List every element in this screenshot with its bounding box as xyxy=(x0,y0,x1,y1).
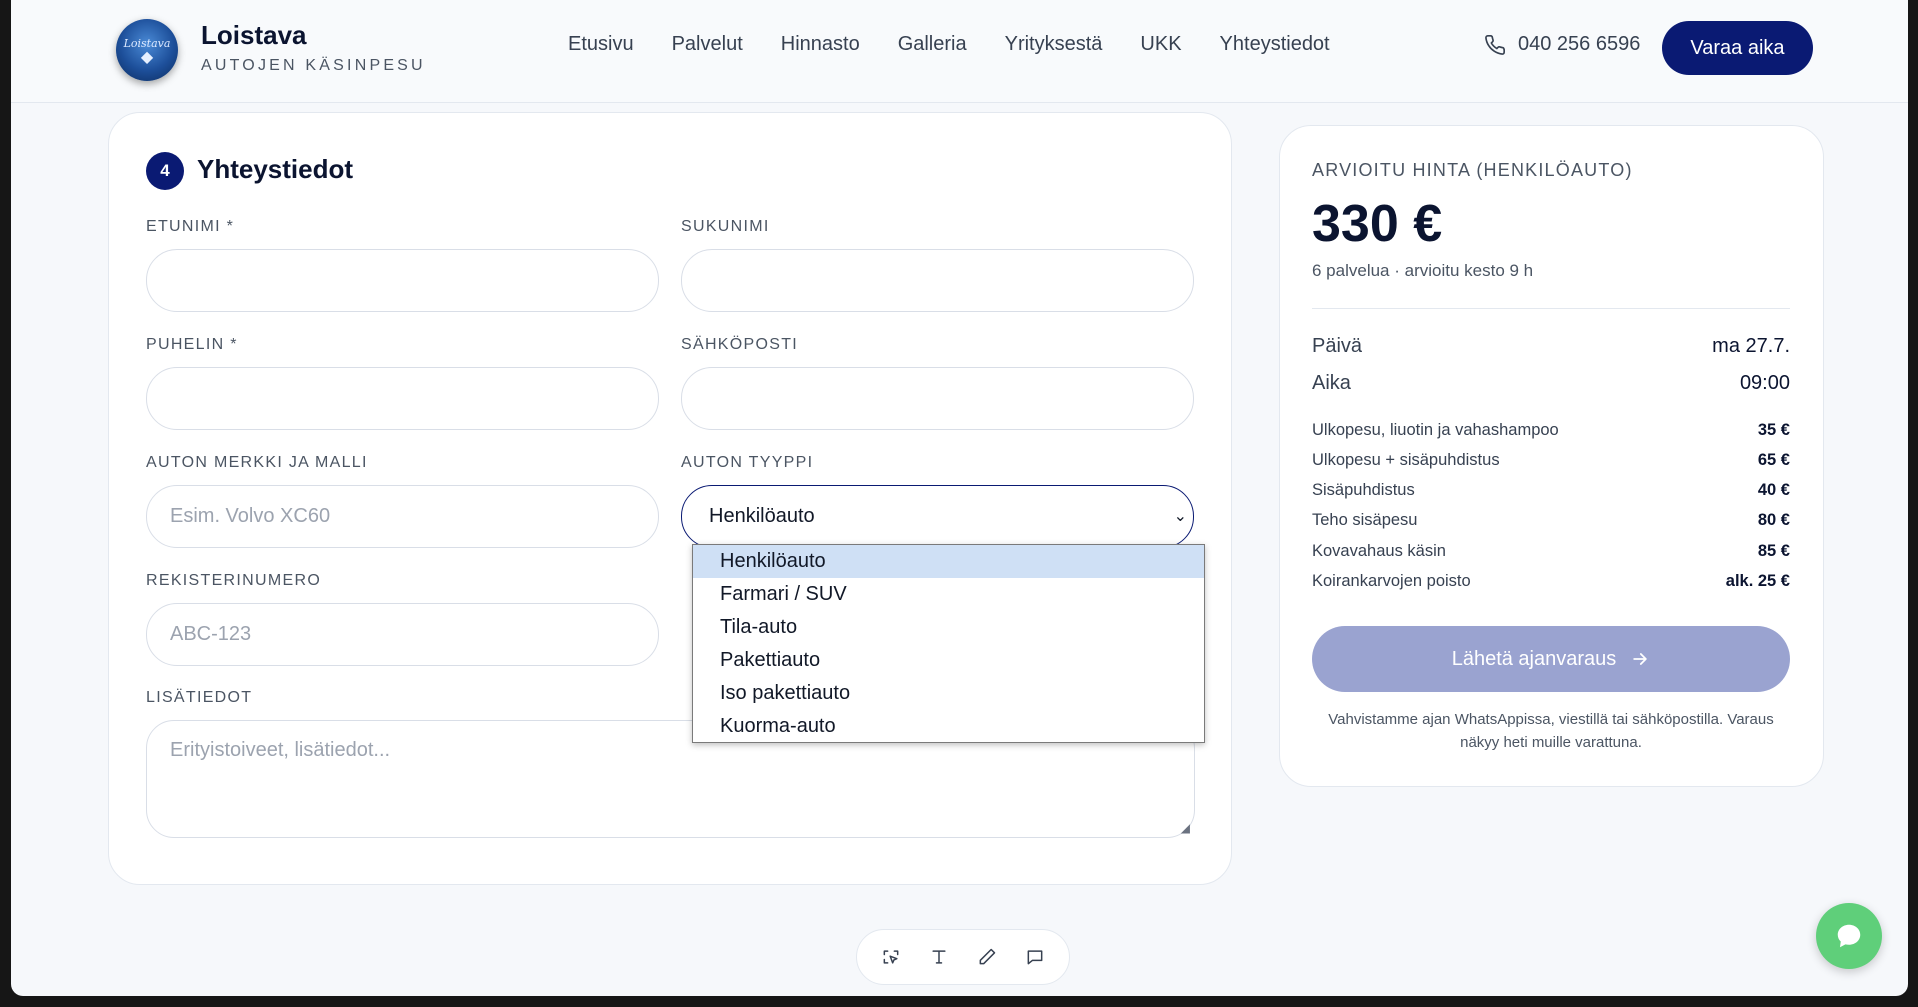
step-number-badge: 4 xyxy=(146,152,184,190)
email-input[interactable] xyxy=(681,367,1194,430)
car-type-option-farmari-suv[interactable]: Farmari / SUV xyxy=(693,578,1204,611)
car-type-dropdown: Henkilöauto Farmari / SUV Tila-auto Pake… xyxy=(692,544,1205,743)
estimated-price: 330 € xyxy=(1312,195,1443,253)
car-type-option-iso-pakettiauto[interactable]: Iso pakettiauto xyxy=(693,677,1204,710)
service-price: 65 € xyxy=(1757,451,1790,469)
text-icon xyxy=(932,950,946,964)
car-type-option-kuorma-auto[interactable]: Kuorma-auto xyxy=(693,710,1204,743)
send-booking-button[interactable]: Lähetä ajanvaraus xyxy=(1312,626,1790,692)
price-summary-card: ARVIOITU HINTA (HENKILÖAUTO) 330 € 6 pal… xyxy=(1279,125,1824,787)
phone-icon xyxy=(1485,34,1505,55)
nav-palvelut[interactable]: Palvelut xyxy=(672,33,743,56)
nav-ukk[interactable]: UKK xyxy=(1140,33,1181,56)
time-row: Aika 09:00 xyxy=(1312,372,1790,395)
contact-form-card: 4 Yhteystiedot ETUNIMI * SUKUNIMI PUHELI… xyxy=(108,112,1232,885)
summary-heading: ARVIOITU HINTA (HENKILÖAUTO) xyxy=(1312,160,1633,180)
car-type-option-pakettiauto[interactable]: Pakettiauto xyxy=(693,644,1204,677)
section-title: Yhteystiedot xyxy=(197,154,354,184)
time-value: 09:00 xyxy=(1739,372,1790,394)
service-name: Kovavahaus käsin xyxy=(1312,542,1446,560)
car-type-select[interactable]: Henkilöauto ⌄ xyxy=(681,485,1194,548)
service-name: Teho sisäpesu xyxy=(1312,511,1418,529)
chat-bubble-icon xyxy=(1837,924,1861,948)
car-model-placeholder: Esim. Volvo XC60 xyxy=(170,505,331,527)
service-name: Koirankarvojen poisto xyxy=(1312,572,1471,590)
book-appointment-button[interactable]: Varaa aika xyxy=(1662,21,1813,75)
send-booking-label: Lähetä ajanvaraus xyxy=(1451,647,1617,670)
nav-yrityksesta[interactable]: Yrityksestä xyxy=(1005,33,1103,56)
phone-number: 040 256 6596 xyxy=(1518,33,1641,55)
service-price: 40 € xyxy=(1757,481,1790,499)
summary-meta: 6 palvelua · arvioitu kesto 9 h xyxy=(1312,261,1534,280)
last-name-label: SUKUNIMI xyxy=(681,218,770,235)
service-price: 35 € xyxy=(1757,421,1790,439)
car-type-label: AUTON TYYPPI xyxy=(681,454,814,471)
service-name: Sisäpuhdistus xyxy=(1312,481,1415,499)
pencil-icon xyxy=(979,948,996,965)
date-value: ma 27.7. xyxy=(1712,335,1790,357)
service-row: Koirankarvojen poisto alk. 25 € xyxy=(1312,572,1790,591)
comment-tool-button[interactable] xyxy=(1017,939,1053,975)
arrow-right-icon xyxy=(1633,653,1648,665)
last-name-input[interactable] xyxy=(681,249,1194,312)
service-row: Kovavahaus käsin 85 € xyxy=(1312,542,1790,561)
service-name: Ulkopesu, liuotin ja vahashampoo xyxy=(1312,421,1559,439)
annotation-toolbar xyxy=(856,929,1070,985)
comment-icon xyxy=(1027,950,1043,965)
select-area-button[interactable] xyxy=(873,939,909,975)
diamond-icon: ◆ xyxy=(140,46,154,66)
nav-galleria[interactable]: Galleria xyxy=(898,33,967,56)
app-window: Loistava ◆ Loistava AUTOJEN KÄSINPESU Et… xyxy=(11,0,1908,996)
email-label: SÄHKÖPOSTI xyxy=(681,336,799,353)
text-tool-button[interactable] xyxy=(921,939,957,975)
brand-name[interactable]: Loistava xyxy=(201,20,307,51)
service-row: Teho sisäpesu 80 € xyxy=(1312,511,1790,530)
chevron-down-icon: ⌄ xyxy=(1173,508,1187,525)
car-model-label: AUTON MERKKI JA MALLI xyxy=(146,454,368,471)
phone-input[interactable] xyxy=(146,367,659,430)
select-area-icon xyxy=(883,950,899,964)
plate-input[interactable]: ABC-123 xyxy=(146,603,659,666)
service-row: Sisäpuhdistus 40 € xyxy=(1312,481,1790,500)
date-label: Päivä xyxy=(1312,335,1363,357)
nav-yhteystiedot[interactable]: Yhteystiedot xyxy=(1220,33,1330,56)
site-header: Loistava ◆ Loistava AUTOJEN KÄSINPESU Et… xyxy=(11,0,1908,103)
notes-label: LISÄTIEDOT xyxy=(146,689,253,706)
date-row: Päivä ma 27.7. xyxy=(1312,335,1790,358)
brand-logo[interactable]: Loistava ◆ xyxy=(116,19,178,81)
phone-link[interactable]: 040 256 6596 xyxy=(1484,33,1640,56)
service-price: 85 € xyxy=(1757,542,1790,560)
divider xyxy=(1312,308,1790,309)
time-label: Aika xyxy=(1312,372,1351,394)
nav-hinnasto[interactable]: Hinnasto xyxy=(781,33,860,56)
first-name-input[interactable] xyxy=(146,249,659,312)
first-name-label: ETUNIMI * xyxy=(146,218,235,235)
service-price: alk. 25 € xyxy=(1725,572,1790,590)
confirmation-note: Vahvistamme ajan WhatsAppissa, viestillä… xyxy=(1328,711,1774,751)
phone-label: PUHELIN * xyxy=(146,336,238,353)
car-type-selected-value: Henkilöauto xyxy=(709,505,815,527)
draw-tool-button[interactable] xyxy=(969,939,1005,975)
notes-placeholder: Erityistoiveet, lisätiedot... xyxy=(170,739,391,761)
service-row: Ulkopesu, liuotin ja vahashampoo 35 € xyxy=(1312,421,1790,440)
brand-tagline: AUTOJEN KÄSINPESU xyxy=(201,57,426,74)
main-nav: Etusivu Palvelut Hinnasto Galleria Yrity… xyxy=(568,33,1368,56)
nav-etusivu[interactable]: Etusivu xyxy=(568,33,634,56)
service-row: Ulkopesu + sisäpuhdistus 65 € xyxy=(1312,451,1790,470)
service-price: 80 € xyxy=(1757,511,1790,529)
car-type-option-tila-auto[interactable]: Tila-auto xyxy=(693,611,1204,644)
plate-placeholder: ABC-123 xyxy=(170,623,252,645)
plate-label: REKISTERINUMERO xyxy=(146,572,322,589)
car-model-input[interactable]: Esim. Volvo XC60 xyxy=(146,485,659,548)
chat-button[interactable] xyxy=(1816,903,1882,969)
resize-handle-icon[interactable]: ◢ xyxy=(1181,821,1190,835)
service-name: Ulkopesu + sisäpuhdistus xyxy=(1312,451,1500,469)
car-type-option-henkiloauto[interactable]: Henkilöauto xyxy=(693,545,1204,578)
